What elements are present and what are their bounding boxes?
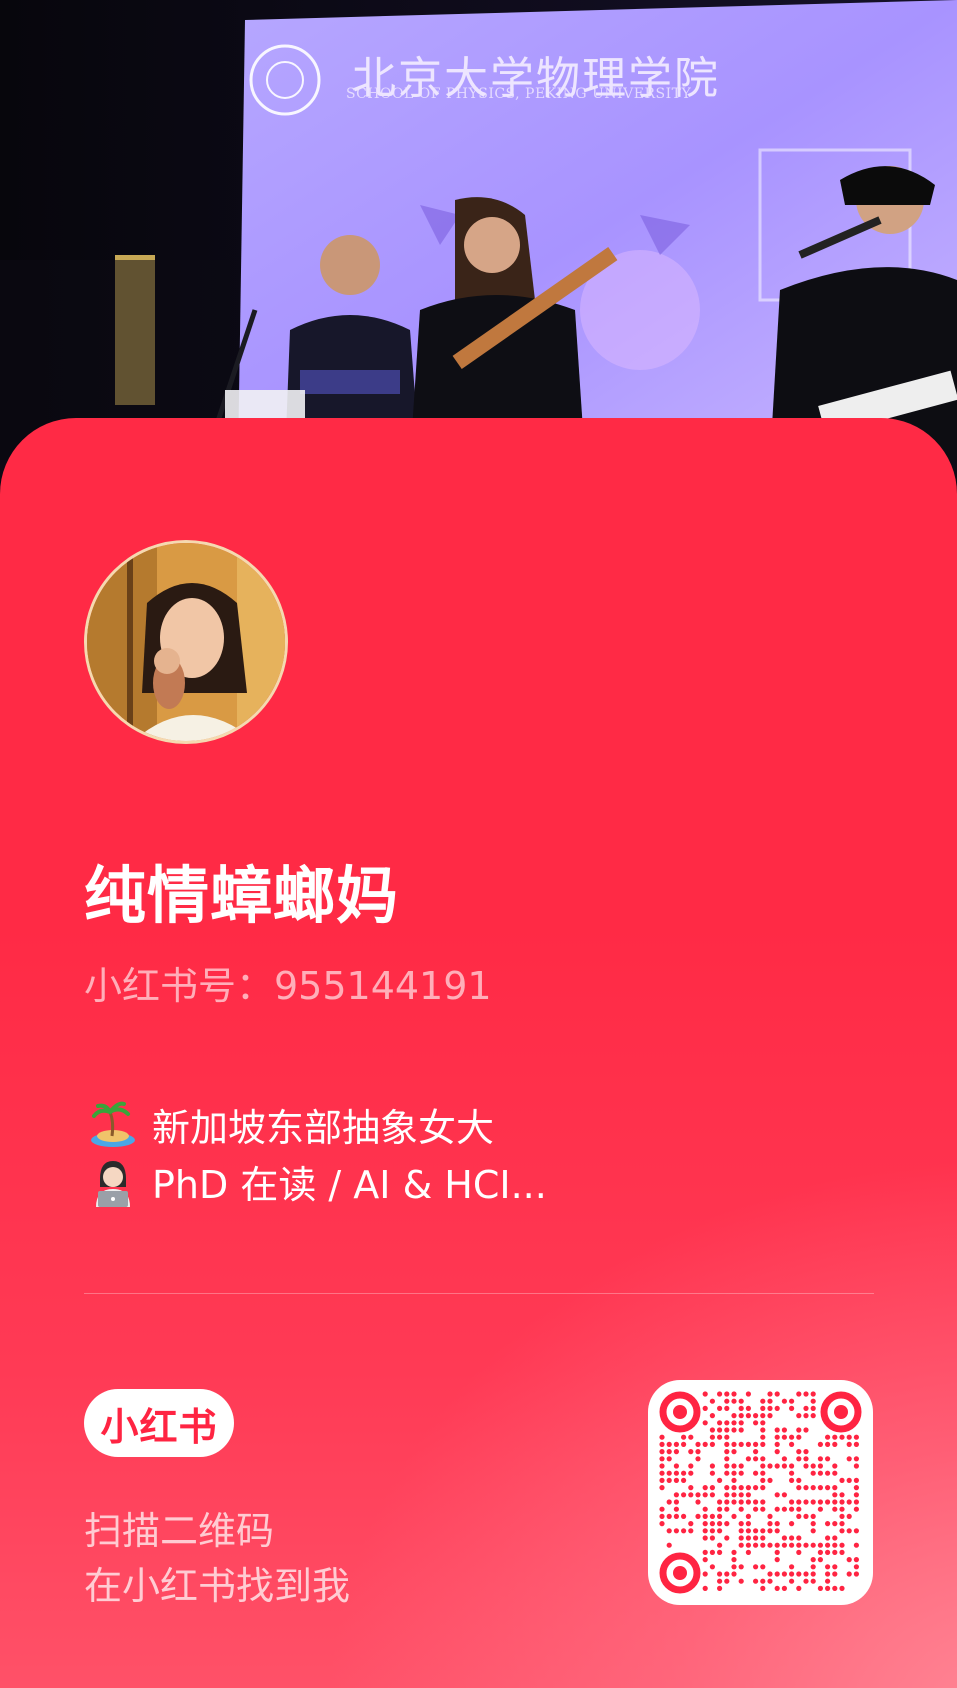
qr-finder-bottom-left (659, 1552, 701, 1594)
qr-finder-top-left (659, 1391, 701, 1433)
banner-subtitle: SCHOOL OF PHYSICS, PEKING UNIVERSITY (346, 86, 692, 102)
desert-island-icon (88, 1100, 138, 1150)
bio-text-1: 新加坡东部抽象女大 (152, 1106, 495, 1150)
qr-finder-top-right (820, 1391, 862, 1433)
scan-hint-line-2: 在小红书找到我 (84, 1564, 351, 1608)
bio-text-2: PhD 在读 / AI & HCI... (152, 1163, 547, 1207)
background-photo: 北京大学物理学院 SCHOOL OF PHYSICS, PEKING UNIVE… (0, 0, 957, 460)
bio-line-1: 新加坡东部抽象女大 (88, 1097, 494, 1152)
red-id: 小红书号：955144191 (84, 964, 492, 1008)
qr-code[interactable] (648, 1380, 873, 1605)
profile-name: 纯情蟑螂妈 (84, 859, 400, 932)
scan-hint-line-1: 扫描二维码 (84, 1509, 275, 1553)
xiaohongshu-logo: 小红书 (84, 1389, 234, 1457)
technologist-icon (88, 1157, 138, 1207)
divider (84, 1293, 874, 1294)
avatar[interactable] (84, 540, 288, 744)
bio-line-2: PhD 在读 / AI & HCI... (88, 1154, 547, 1209)
qr-code-pattern (659, 1391, 862, 1594)
